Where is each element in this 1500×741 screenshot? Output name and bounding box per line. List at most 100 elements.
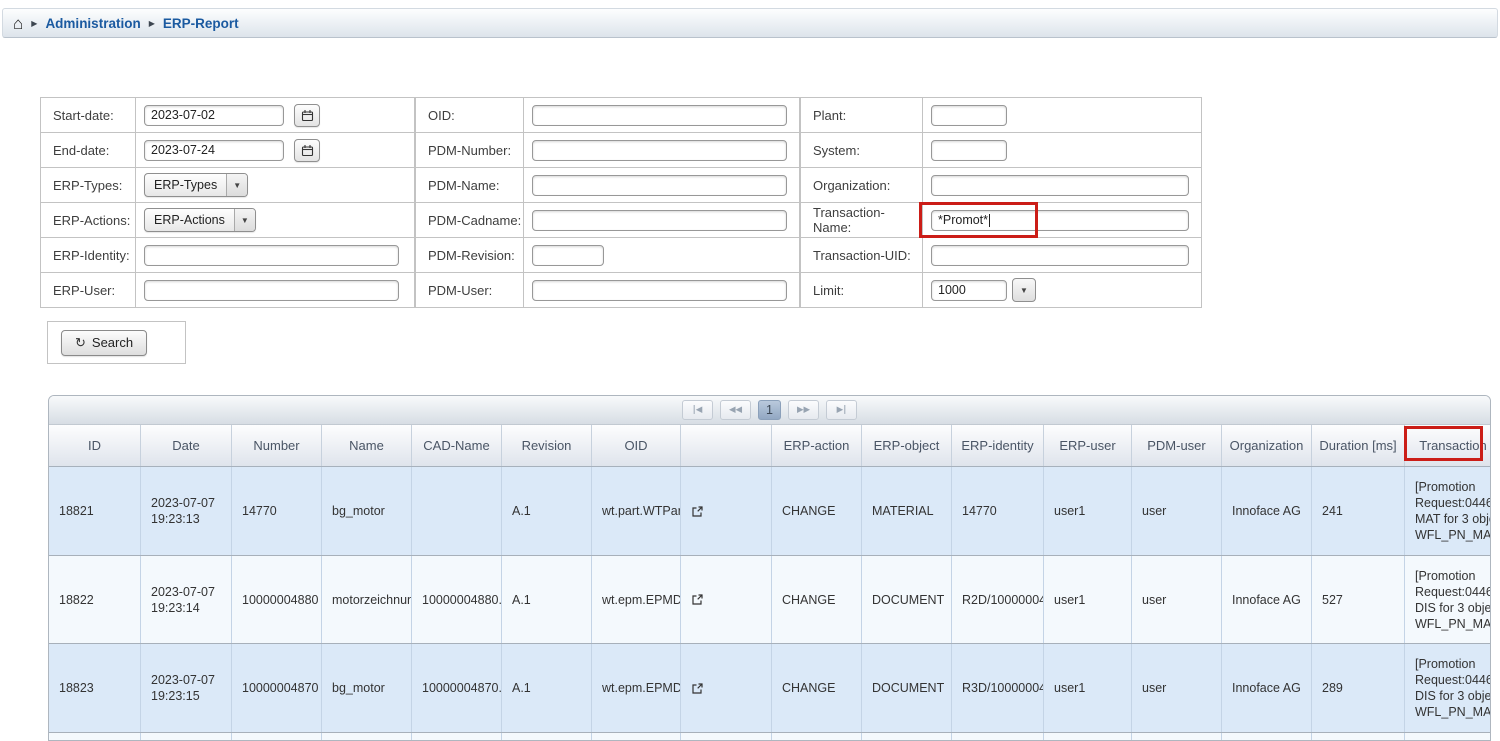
refresh-icon: ↻: [75, 335, 86, 351]
chevron-down-icon[interactable]: ▼: [1012, 278, 1036, 302]
cell-transaction: [Promotion Request:04461]: MAT for 3 obj…: [1405, 467, 1491, 555]
end-date-calendar-button[interactable]: [294, 139, 320, 162]
start-date-label: Start-date:: [53, 108, 114, 123]
search-button[interactable]: ↻ Search: [61, 330, 147, 356]
transaction-uid-label: Transaction-UID:: [813, 248, 911, 263]
cell-erp-action: CHANGE: [772, 467, 862, 555]
search-button-panel: ↻ Search: [47, 321, 186, 364]
paginator-next-button[interactable]: ▶▶: [788, 400, 819, 420]
table-row: 18823 2023-07-07 19:23:15 10000004870 bg…: [49, 644, 1490, 733]
search-form-column-2: OID: PDM-Number: PDM-Name: PDM-Cadname: …: [415, 97, 800, 308]
paginator: |◀ ◀◀ 1 ▶▶ ▶|: [49, 396, 1490, 425]
cell-duration: 527: [1312, 556, 1405, 643]
erp-types-label: ERP-Types:: [53, 178, 122, 193]
chevron-right-icon: ▶: [149, 19, 155, 28]
transaction-uid-input[interactable]: [931, 245, 1189, 266]
erp-user-label: ERP-User:: [53, 283, 115, 298]
pdm-name-input[interactable]: [532, 175, 787, 196]
pdm-number-input[interactable]: [532, 140, 787, 161]
organization-label: Organization:: [813, 178, 890, 193]
open-object-icon[interactable]: [691, 682, 704, 695]
cell-erp-identity: R3D/10000004870: [952, 644, 1044, 732]
paginator-last-button[interactable]: ▶|: [826, 400, 857, 420]
cell-number: 14770: [232, 467, 322, 555]
organization-input[interactable]: [931, 175, 1189, 196]
breadcrumb-item-erp-report[interactable]: ERP-Report: [163, 16, 239, 31]
table-row: 18821 2023-07-07 19:23:13 14770 bg_motor…: [49, 467, 1490, 556]
end-date-input[interactable]: [144, 140, 284, 161]
system-input[interactable]: [931, 140, 1007, 161]
cell-erp-object: DOCUMENT: [862, 644, 952, 732]
erp-identity-input[interactable]: [144, 245, 399, 266]
pdm-user-label: PDM-User:: [428, 283, 492, 298]
cell-date: 2023-07-07 19:23:14: [141, 556, 232, 643]
cell-pdm-user: user: [1132, 644, 1222, 732]
col-header-date: Date: [141, 425, 232, 466]
col-header-erp-object: ERP-object: [862, 425, 952, 466]
cell-number: 10000004870: [232, 644, 322, 732]
cell-id: 18823: [49, 644, 141, 732]
limit-label: Limit:: [813, 283, 844, 298]
pdm-cadname-label: PDM-Cadname:: [428, 213, 521, 228]
cell-oid: wt.part.WTPart:: [592, 467, 681, 555]
cell-name: bg_motor: [322, 644, 412, 732]
paginator-first-button[interactable]: |◀: [682, 400, 713, 420]
chevron-right-icon: ▶: [31, 19, 37, 28]
col-header-oid: OID: [592, 425, 681, 466]
cell-date: 2023-07-07 19:23:13: [141, 467, 232, 555]
cell-erp-user: user1: [1044, 556, 1132, 643]
pdm-number-label: PDM-Number:: [428, 143, 511, 158]
cell-revision: A.1: [502, 556, 592, 643]
cell-name: bg_motor: [322, 467, 412, 555]
breadcrumb: ⌂ ▶ Administration ▶ ERP-Report: [2, 8, 1498, 38]
pdm-revision-label: PDM-Revision:: [428, 248, 515, 263]
cell-oid: wt.epm.EPMDocument: [592, 556, 681, 643]
table-row: [49, 733, 1490, 741]
cell-oid: wt.epm.EPMDocument: [592, 644, 681, 732]
transaction-name-input[interactable]: *Promot*: [931, 210, 1189, 231]
calendar-icon: [301, 109, 314, 122]
erp-actions-dropdown[interactable]: ERP-Actions ▼: [144, 208, 256, 232]
pdm-user-input[interactable]: [532, 280, 787, 301]
cell-organization: Innoface AG: [1222, 556, 1312, 643]
cell-duration: 241: [1312, 467, 1405, 555]
search-form-column-3: Plant: System: Organization: Transaction…: [800, 97, 1202, 308]
end-date-label: End-date:: [53, 143, 109, 158]
col-header-id: ID: [49, 425, 141, 466]
start-date-calendar-button[interactable]: [294, 104, 320, 127]
cell-link: [681, 644, 772, 732]
limit-dropdown[interactable]: 1000 ▼: [931, 278, 1036, 302]
breadcrumb-item-administration[interactable]: Administration: [45, 16, 140, 31]
text-caret: [989, 214, 990, 227]
col-header-number: Number: [232, 425, 322, 466]
pdm-revision-input[interactable]: [532, 245, 604, 266]
erp-actions-dropdown-value: ERP-Actions: [145, 209, 234, 231]
erp-user-input[interactable]: [144, 280, 399, 301]
cell-cad-name: 10000004880.drw: [412, 556, 502, 643]
cell-cad-name: [412, 467, 502, 555]
erp-types-dropdown[interactable]: ERP-Types ▼: [144, 173, 248, 197]
transaction-name-label: Transaction-Name:: [813, 205, 922, 235]
cell-date: 2023-07-07 19:23:15: [141, 644, 232, 732]
paginator-page-1-button[interactable]: 1: [758, 400, 781, 420]
cell-name: motorzeichnung: [322, 556, 412, 643]
paginator-prev-button[interactable]: ◀◀: [720, 400, 751, 420]
plant-input[interactable]: [931, 105, 1007, 126]
cell-revision: A.1: [502, 644, 592, 732]
pdm-cadname-input[interactable]: [532, 210, 787, 231]
oid-input[interactable]: [532, 105, 787, 126]
col-header-organization: Organization: [1222, 425, 1312, 466]
cell-erp-object: MATERIAL: [862, 467, 952, 555]
open-object-icon[interactable]: [691, 593, 704, 606]
open-object-icon[interactable]: [691, 505, 704, 518]
start-date-input[interactable]: [144, 105, 284, 126]
col-header-erp-identity: ERP-identity: [952, 425, 1044, 466]
col-header-revision: Revision: [502, 425, 592, 466]
col-header-pdm-user: PDM-user: [1132, 425, 1222, 466]
cell-number: 10000004880: [232, 556, 322, 643]
table-header-row: ID Date Number Name CAD-Name Revision OI…: [49, 425, 1490, 467]
erp-actions-label: ERP-Actions:: [53, 213, 130, 228]
home-icon[interactable]: ⌂: [13, 15, 23, 32]
cell-revision: A.1: [502, 467, 592, 555]
system-label: System:: [813, 143, 860, 158]
